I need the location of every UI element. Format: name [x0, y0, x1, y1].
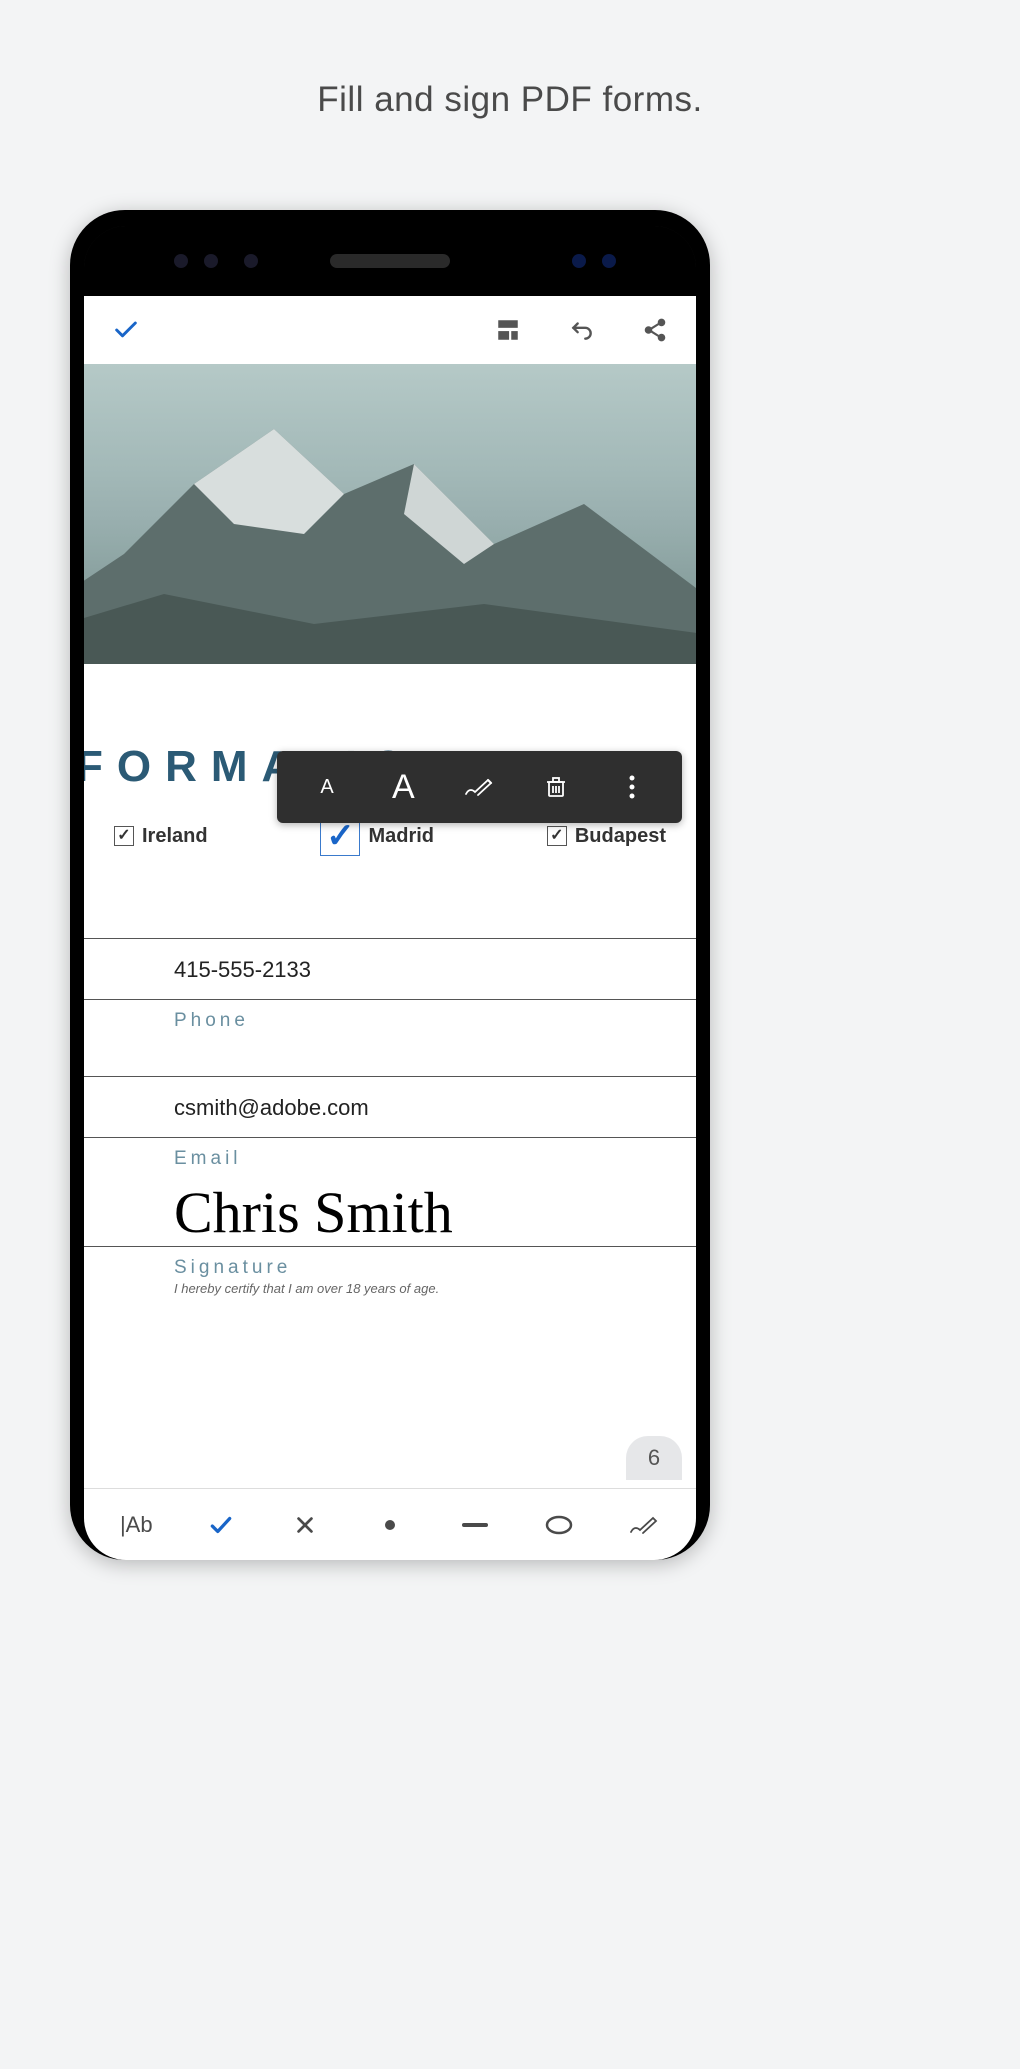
- more-icon[interactable]: [610, 774, 654, 800]
- undo-icon[interactable]: [566, 317, 598, 343]
- document-split-icon[interactable]: [494, 317, 522, 343]
- dot-tool-icon[interactable]: [370, 1518, 410, 1532]
- delete-icon[interactable]: [534, 774, 578, 800]
- email-field[interactable]: csmith@adobe.com: [84, 1076, 696, 1138]
- app-screen: FORMATION A A: [84, 296, 696, 1560]
- text-tool-button[interactable]: |Ab: [116, 1512, 156, 1538]
- font-large-button[interactable]: A: [381, 768, 425, 807]
- signature-value[interactable]: Chris Smith: [84, 1170, 696, 1246]
- bottom-toolbar: |Ab: [84, 1488, 696, 1560]
- share-icon[interactable]: [642, 317, 668, 343]
- cross-tool-icon[interactable]: [285, 1514, 325, 1536]
- certify-text: I hereby certify that I am over 18 years…: [84, 1279, 696, 1296]
- phone-notch: [84, 226, 696, 296]
- phone-inner: FORMATION A A: [84, 226, 696, 1560]
- checkbox-icon: ✓: [114, 826, 134, 846]
- checkbox-ireland[interactable]: ✓ Ireland: [114, 825, 208, 848]
- hero-image: [84, 364, 696, 664]
- page-number-badge[interactable]: 6: [626, 1436, 682, 1480]
- checkbox-budapest[interactable]: ✓ Budapest: [547, 825, 666, 848]
- phone-label: Phone: [84, 1000, 696, 1032]
- signature-label: Signature: [84, 1247, 696, 1279]
- check-tool-icon[interactable]: [201, 1512, 241, 1538]
- form-body: FORMATION A A: [84, 664, 696, 1560]
- font-small-button[interactable]: A: [305, 776, 349, 799]
- checkbox-icon: ✓: [547, 826, 567, 846]
- email-label: Email: [84, 1138, 696, 1170]
- top-toolbar: [84, 296, 696, 364]
- annotation-toolbar: A A: [277, 751, 682, 823]
- checkbox-label: Ireland: [142, 825, 208, 848]
- form-fields: 415-555-2133 Phone csmith@adobe.com Emai…: [84, 938, 696, 1296]
- phone-field[interactable]: 415-555-2133: [84, 938, 696, 1000]
- caption-text: Fill and sign PDF forms.: [0, 0, 1020, 120]
- phone-frame: FORMATION A A: [70, 210, 710, 1560]
- checkbox-label: Madrid: [368, 825, 434, 848]
- dash-tool-icon[interactable]: [455, 1522, 495, 1528]
- email-value: csmith@adobe.com: [84, 1077, 696, 1137]
- done-check-icon[interactable]: [112, 316, 140, 344]
- circle-tool-icon[interactable]: [539, 1515, 579, 1535]
- checkbox-label: Budapest: [575, 825, 666, 848]
- phone-value: 415-555-2133: [84, 939, 696, 999]
- signature-pen-icon[interactable]: [457, 776, 501, 798]
- sign-tool-icon[interactable]: [624, 1514, 664, 1536]
